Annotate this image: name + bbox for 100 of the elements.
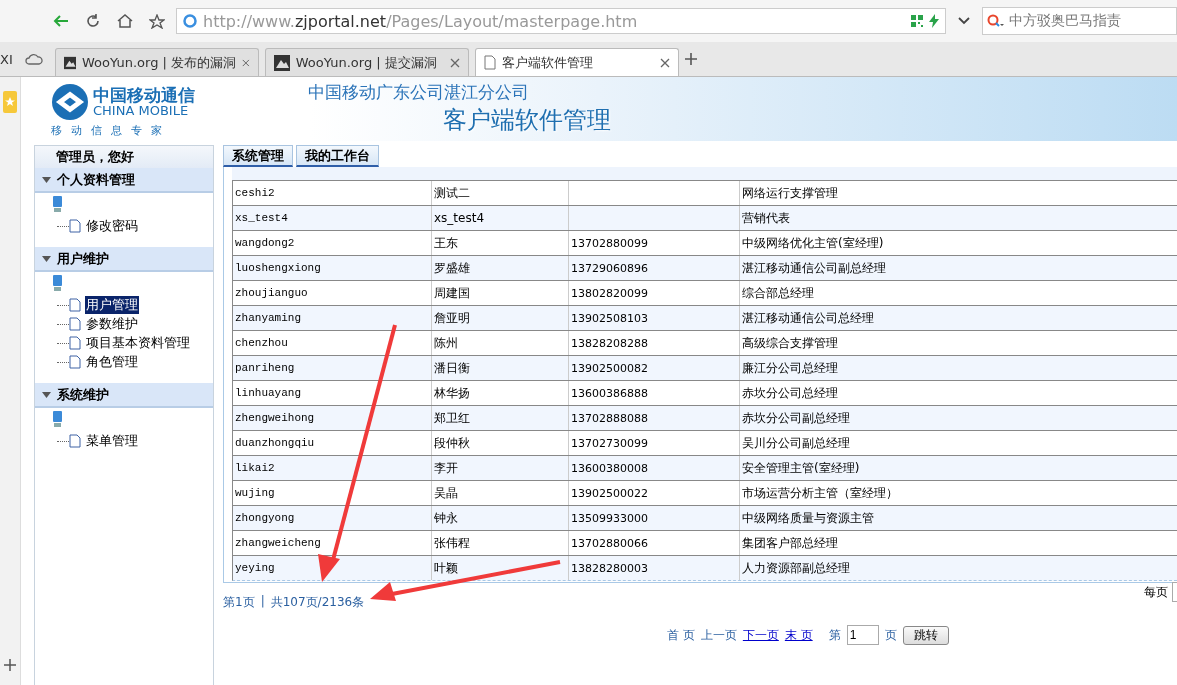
table-cell: likai2 [235,462,275,474]
table-cell: 13828208288 [571,336,648,350]
table-cell: 13702888088 [571,411,648,425]
table-cell: 潘日衡 [434,359,470,377]
menu-item[interactable]: 修改密码 [85,217,139,235]
record-count: 共107页/2136条 [270,594,365,611]
table-cell: luoshengxiong [235,262,321,274]
table-cell: ceshi2 [235,187,275,199]
search-field[interactable]: 中方驳奥巴马指责 [982,7,1177,35]
table-cell: 王东 [434,234,458,252]
table-cell: 罗盛雄 [434,259,470,277]
document-icon [69,219,81,233]
refresh-icon [86,14,100,28]
page-link[interactable]: 末 页 [784,626,813,644]
table-cell: 13902508103 [571,311,648,325]
logo-slogan: 移动信息专家 [51,123,172,138]
document-icon [69,298,81,312]
table-cell: 13902500022 [571,486,648,500]
menu-item[interactable]: 角色管理 [85,353,139,371]
caret-icon [42,176,51,183]
go-button[interactable]: 跳转 [902,625,949,645]
table-cell: 段仲秋 [434,434,470,452]
table-cell: 13702730099 [571,436,648,450]
module-tab[interactable]: 系统管理 [223,145,293,167]
page-number-field[interactable]: 1 [846,625,879,645]
table-cell: duanzhongqiu [235,437,315,449]
caret-icon [42,391,51,398]
table-cell: 13509933000 [571,511,648,525]
browser-tab[interactable]: WooYun.org | 发布的漏洞 [54,48,259,76]
browser-tab[interactable]: 客户端软件管理 [474,48,679,76]
chevron-down-icon[interactable] [958,17,970,25]
table-cell: 13902500082 [571,361,648,375]
section-header[interactable]: 用户维护 [35,247,213,272]
table-cell: 湛江移动通信公司总经理 [742,309,874,327]
page-label: 页 [884,626,897,644]
computer-icon [52,196,63,213]
table-cell: zhongyong [235,512,295,524]
document-icon [69,434,81,448]
star-icon [149,13,165,29]
table-cell: 综合部总经理 [742,284,814,302]
table-cell: 赤坎分公司总经理 [742,384,838,402]
table-cell: 13702880066 [571,536,648,550]
table-cell: 网络运行支撑管理 [742,184,838,202]
table-cell: zhangweicheng [235,537,321,549]
table-cell: 13729060896 [571,261,648,275]
logo-text: 中国移动通信 [93,87,195,104]
section-header[interactable]: 系统维护 [35,383,213,408]
section-header[interactable]: 个人资料管理 [35,168,213,193]
table-cell: 中级网络优化主管(室经理) [742,234,884,252]
close-icon[interactable] [659,57,670,68]
table-cell: 13600386888 [571,386,648,400]
page-link[interactable]: 首 页 [667,626,695,644]
page-link[interactable]: 下一页 [742,626,779,644]
table-cell: 测试二 [434,184,470,202]
table-cell: 13600380008 [571,461,648,475]
search-icon [987,14,1005,28]
page-info: 第1页 [223,594,255,611]
greeting: 管理员，您好 [35,146,213,168]
address-field[interactable]: http://www.zjportal.net/Pages/Layout/masterpage.htm [176,8,946,34]
per-page-label: 每页 [1144,583,1168,601]
page-link[interactable]: 上一页 [700,626,737,644]
table-cell: 周建国 [434,284,470,302]
table-cell: 中级网络质量与资源主管 [742,509,874,527]
new-tab-icon[interactable] [684,53,697,65]
computer-icon [52,411,63,428]
browser-tab[interactable]: WooYun.org | 提交漏洞 [264,48,469,76]
module-tab[interactable]: 我的工作台 [296,145,379,167]
table-cell: 廉江分公司总经理 [742,359,838,377]
qr-code-icon[interactable] [911,15,923,27]
table-cell: 安全管理主管(室经理) [742,459,860,477]
menu-item[interactable]: 项目基本资料管理 [85,334,191,352]
document-icon [69,355,81,369]
lightning-icon[interactable] [929,14,939,28]
page-label: 第 [828,626,841,644]
logo-text: CHINA MOBILE [93,104,189,117]
table-cell: 张伟程 [434,534,470,552]
document-icon [69,317,81,331]
table-cell: 赤坎分公司副总经理 [742,409,850,427]
table-cell: 集团客户部总经理 [742,534,838,552]
globe-icon [183,14,197,28]
table-cell: 13702880099 [571,236,648,250]
table-cell: 郑卫红 [434,409,470,427]
menu-item[interactable]: 菜单管理 [85,432,139,450]
close-icon[interactable] [449,57,460,68]
table-cell: 林华扬 [434,384,470,402]
table-cell: 吴川分公司副总经理 [742,434,850,452]
menu-item[interactable]: 参数维护 [85,315,139,333]
home-icon [117,14,133,28]
table-cell: 吴晶 [434,484,458,502]
separator-text: | [260,594,265,610]
cloud-icon[interactable] [24,52,43,66]
site-icon [63,54,77,71]
menu-item[interactable]: 用户管理 [85,296,139,314]
table-cell: 詹亚明 [434,309,470,327]
plus-icon[interactable] [4,659,16,671]
table-cell: zhanyaming [235,312,301,324]
table-cell: 叶颖 [434,559,458,577]
tab-title[interactable]: XI [0,51,13,67]
table-cell: 13828280003 [571,561,648,575]
close-icon[interactable] [242,57,250,68]
